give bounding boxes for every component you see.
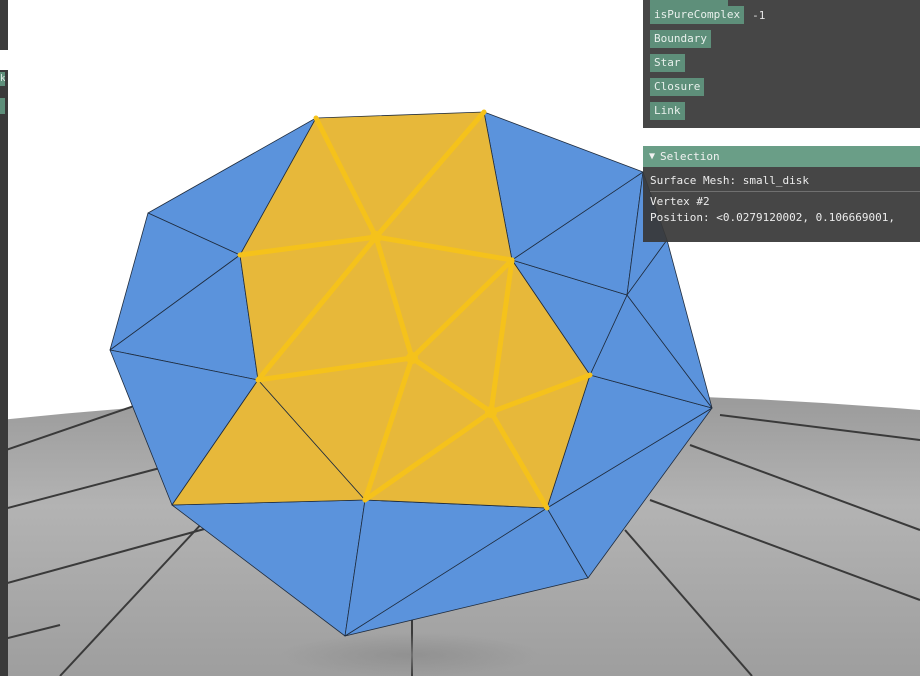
selection-mesh-name: Surface Mesh: small_disk — [650, 174, 809, 187]
left-panel-button[interactable] — [0, 98, 5, 114]
is-pure-complex-value: -1 — [752, 8, 766, 22]
left-panel-edge — [0, 0, 8, 50]
selection-title: Selection — [660, 150, 720, 163]
divider — [650, 191, 920, 192]
selection-panel: ▼ Selection Surface Mesh: small_disk Ver… — [643, 146, 920, 242]
left-panel-button[interactable]: k — [0, 72, 5, 86]
left-panel-edge — [0, 70, 8, 676]
selection-position: Position: <0.0279120002, 0.106669001, — [650, 211, 896, 224]
selection-vertex-id: Vertex #2 — [650, 195, 710, 208]
mesh-shadow — [280, 633, 540, 676]
selected-vertex — [485, 406, 497, 418]
selected-vertex — [370, 231, 382, 243]
closure-button[interactable]: Closure — [650, 78, 705, 96]
simplicial-ops-panel: isPureComplex -1 Boundary Star Closure L… — [643, 0, 920, 128]
selected-vertex — [406, 352, 418, 364]
link-button[interactable]: Link — [650, 102, 685, 120]
triangle-down-icon: ▼ — [649, 151, 656, 162]
is-pure-complex-button[interactable]: isPureComplex — [650, 6, 745, 24]
boundary-button[interactable]: Boundary — [650, 30, 711, 48]
star-button[interactable]: Star — [650, 54, 685, 72]
selection-header[interactable]: ▼ Selection — [643, 146, 920, 167]
